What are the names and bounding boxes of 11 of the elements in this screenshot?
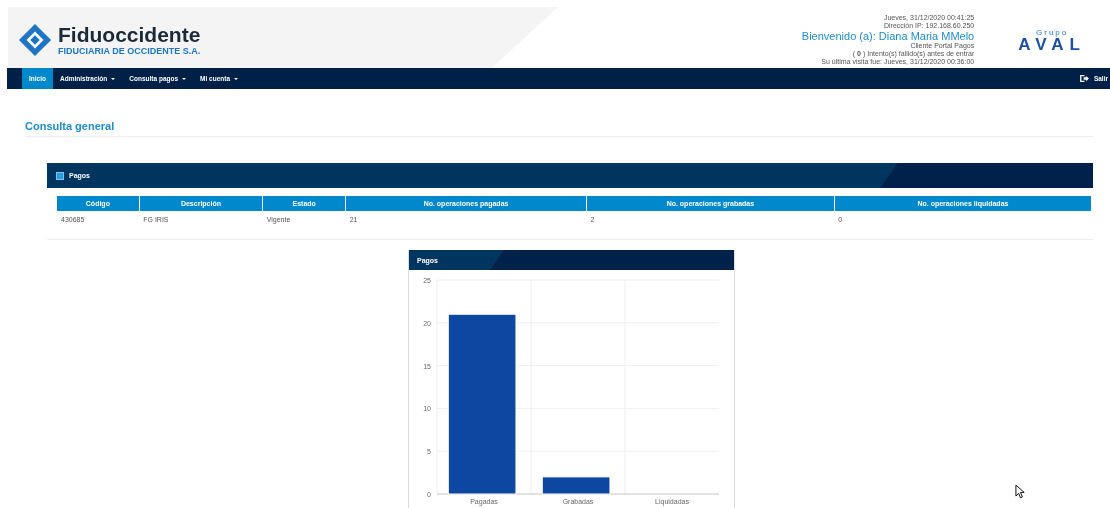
welcome-text: Bienvenido (a): Diana Maria MMelo xyxy=(801,30,975,42)
mouse-pointer-icon xyxy=(1015,484,1026,499)
logo-icon xyxy=(18,23,52,57)
expand-icon[interactable] xyxy=(56,171,64,180)
logout-icon xyxy=(1079,75,1089,82)
partner-label: Grupo xyxy=(1036,27,1069,37)
brand-name: Fiduoccidente xyxy=(58,24,201,46)
partner-logo: AVAL xyxy=(1018,36,1086,53)
brand-subtitle: FIDUCIARIA DE OCCIDENTE S.A. xyxy=(58,46,201,56)
bar xyxy=(541,476,611,495)
page-title: Consulta general xyxy=(25,120,1093,137)
